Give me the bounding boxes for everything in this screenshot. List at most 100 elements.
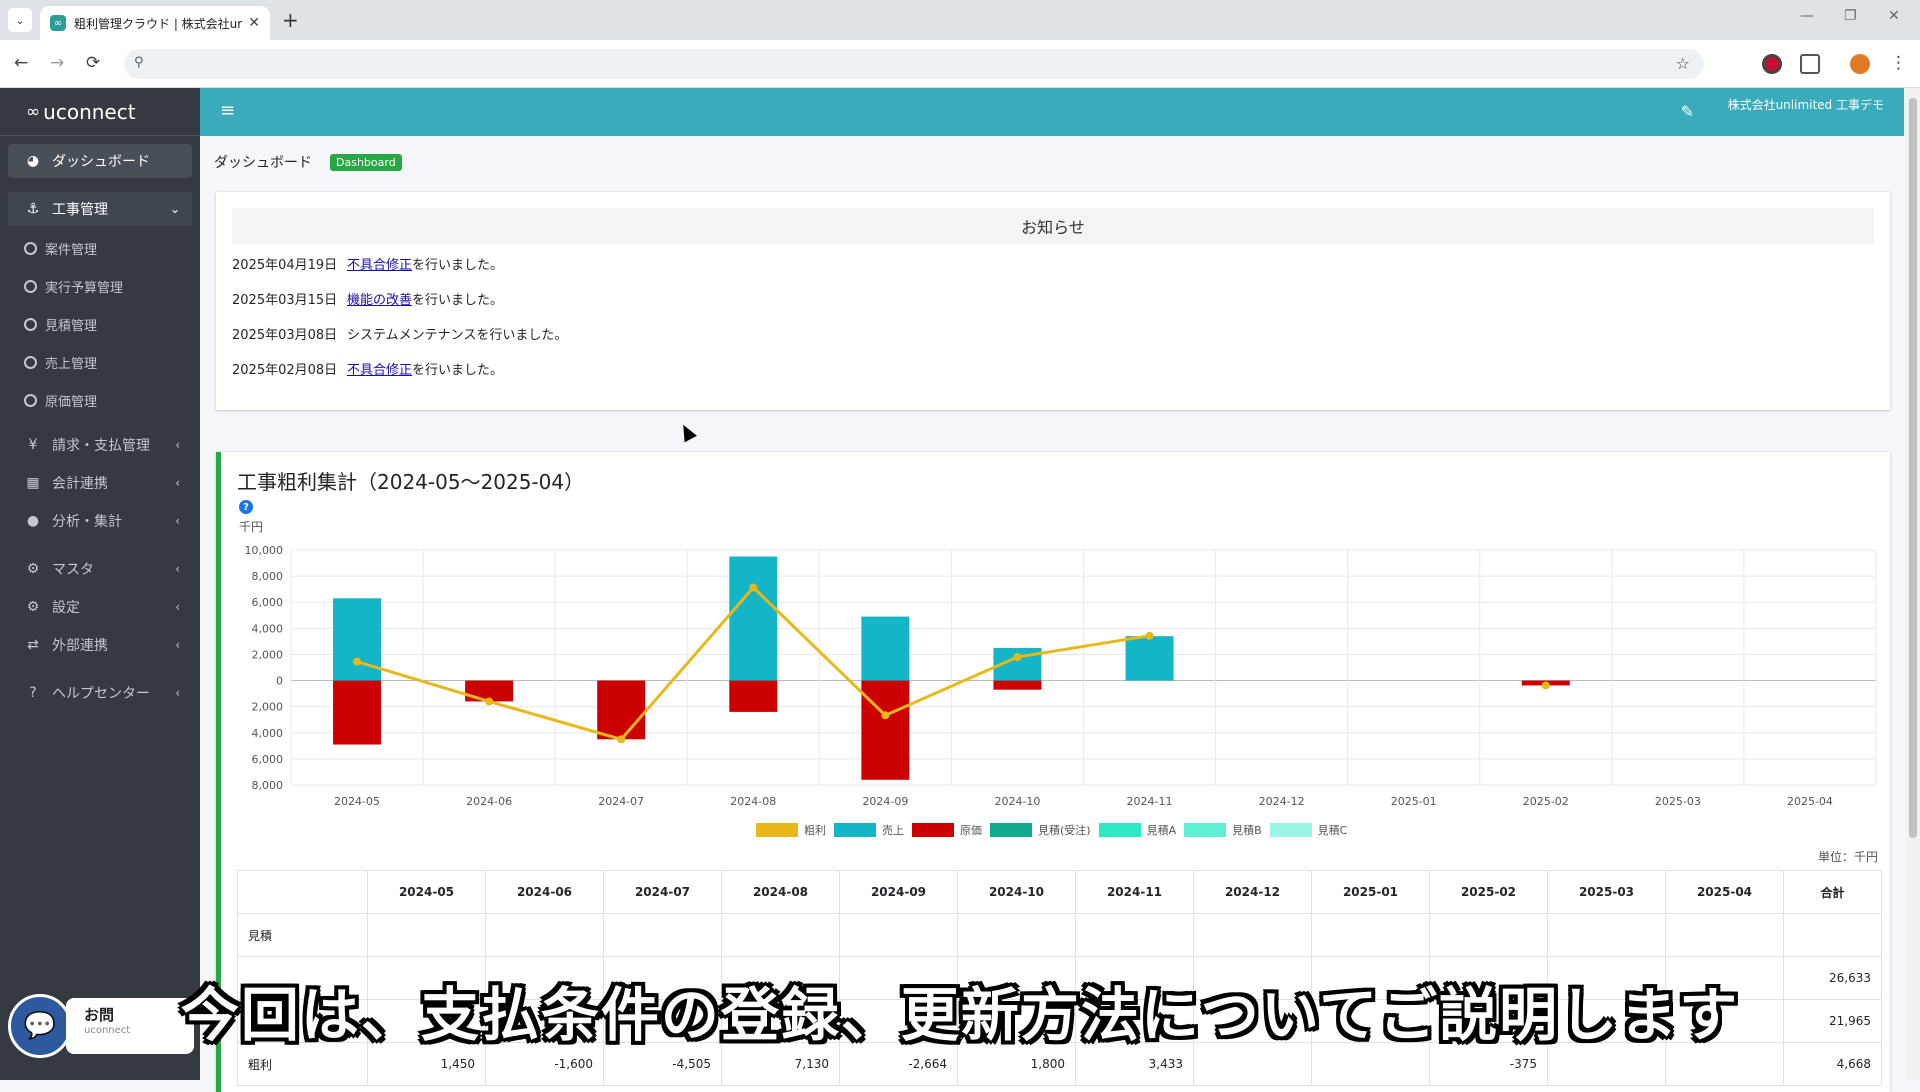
sidebar-item-billing[interactable]: ¥ 請求・支払管理 ‹	[8, 428, 192, 462]
point-粗利	[881, 711, 890, 720]
reload-button[interactable]: ⟳	[86, 53, 100, 73]
circle-icon	[24, 393, 37, 407]
table-cell	[1311, 913, 1430, 957]
column-header: 2024-06	[485, 870, 604, 914]
subitem-label: 原価管理	[45, 394, 98, 410]
legend-swatch	[1184, 823, 1227, 837]
minimize-icon[interactable]: —	[1800, 8, 1814, 24]
notice-row: 2025年03月15日 機能の改善を行いました。	[232, 289, 503, 308]
legend-item[interactable]: 粗利	[756, 822, 826, 838]
column-header: 2025-01	[1311, 870, 1430, 914]
chevron-left-icon: ‹	[175, 638, 180, 652]
sidebar-item-analysis[interactable]: ● 分析・集計 ‹	[8, 504, 192, 538]
bar-売上	[1125, 636, 1174, 681]
legend-label: 見積A	[1146, 824, 1177, 837]
bookmark-star-icon[interactable]: ☆	[1676, 54, 1690, 73]
table-cell	[1665, 913, 1784, 957]
url-field[interactable]: ⚲ ☆	[124, 49, 1704, 79]
legend-item[interactable]: 見積B	[1184, 822, 1262, 838]
subitem-label: 案件管理	[45, 242, 98, 258]
sidebar-item-label: マスタ	[52, 562, 94, 578]
y-tick-label: 10,000	[245, 544, 284, 557]
bar-原価	[597, 680, 646, 740]
browser-tab[interactable]: ∞ 粗利管理クラウド | 株式会社unlim ✕	[40, 6, 270, 40]
site-info-icon[interactable]: ⚲	[134, 55, 144, 70]
subitem-label: 売上管理	[45, 356, 98, 372]
column-header: 2024-07	[603, 870, 722, 914]
table-unit-label: 単位：千円	[1817, 850, 1878, 864]
back-button[interactable]: ←	[14, 53, 28, 73]
column-header: 2024-08	[721, 870, 840, 914]
new-tab-button[interactable]: +	[282, 8, 299, 32]
gear-icon: ⚙	[26, 561, 40, 577]
sidebar-item-label: 設定	[52, 600, 80, 616]
legend-item[interactable]: 見積A	[1098, 822, 1177, 838]
notice-text: を行いました。	[412, 293, 504, 308]
column-header: 2024-11	[1075, 870, 1194, 914]
table-cell	[1547, 913, 1666, 957]
extension-icon[interactable]	[1762, 54, 1782, 74]
legend-swatch	[990, 823, 1032, 837]
sidebar-item-master[interactable]: ⚙ マスタ ‹	[8, 552, 192, 586]
browser-menu-icon[interactable]: ⋮	[1890, 53, 1907, 73]
address-bar-row: ← → ⟳ ⚲ ☆ ⋮	[0, 40, 1920, 88]
company-name[interactable]: 株式会社unlimited 工事デモ	[1728, 96, 1884, 113]
legend-swatch	[1098, 823, 1141, 837]
y-tick-label: 2,000	[252, 648, 284, 661]
tachometer-icon: ◕	[26, 153, 40, 169]
chevron-down-icon: ⌄	[169, 202, 180, 216]
sidebar-subitem-estimates[interactable]: 見積管理	[24, 309, 97, 339]
notice-row: 2025年02月08日 不具合修正を行いました。	[232, 359, 503, 378]
legend-swatch	[834, 823, 876, 837]
profile-avatar[interactable]	[1850, 54, 1870, 74]
bar-売上	[861, 616, 910, 681]
y-tick-label: 4,000	[252, 727, 284, 740]
chevron-left-icon: ‹	[175, 600, 180, 614]
close-window-icon[interactable]: ✕	[1888, 8, 1900, 24]
hamburger-menu-icon[interactable]: ≡	[220, 100, 235, 121]
sidebar-subitem-projects[interactable]: 案件管理	[24, 233, 97, 263]
legend-swatch	[912, 823, 954, 837]
column-header: 2024-09	[839, 870, 958, 914]
page-scrollbar[interactable]	[1906, 88, 1920, 1080]
legend-item[interactable]: 原価	[912, 822, 982, 838]
sidebar-subitem-budget[interactable]: 実行予算管理	[24, 271, 123, 301]
yen-icon: ¥	[28, 437, 38, 453]
brand-logo[interactable]: ∞ uconnect	[0, 88, 200, 136]
chevron-left-icon: ‹	[175, 562, 180, 576]
bar-原価	[861, 680, 910, 780]
notice-link[interactable]: 不具合修正	[347, 363, 412, 378]
sidebar-subitem-costs[interactable]: 原価管理	[24, 385, 97, 415]
x-tick-label: 2025-03	[1655, 795, 1701, 808]
extensions-puzzle-icon[interactable]	[1800, 54, 1820, 74]
close-tab-icon[interactable]: ✕	[248, 15, 260, 31]
legend-item[interactable]: 見積(受注)	[990, 822, 1091, 838]
legend-swatch	[756, 823, 798, 837]
sidebar-item-label: 外部連携	[52, 638, 108, 654]
sidebar-item-dashboard[interactable]: ◕ ダッシュボード	[8, 144, 192, 178]
sidebar-item-accounting[interactable]: ▦ 会計連携 ‹	[8, 466, 192, 500]
scrollbar-thumb[interactable]	[1909, 98, 1917, 838]
sidebar-item-integration[interactable]: ⇄ 外部連携 ‹	[8, 628, 192, 662]
table-cell	[1429, 913, 1548, 957]
column-header: 2025-02	[1429, 870, 1548, 914]
restore-icon[interactable]: ❐	[1844, 8, 1857, 24]
sidebar-item-help[interactable]: ? ヘルプセンター ‹	[8, 676, 192, 710]
y-tick-label: 2,000	[252, 701, 284, 714]
sidebar-item-label: ヘルプセンター	[52, 686, 150, 702]
tab-search-button[interactable]: ⌄	[8, 8, 32, 32]
notice-link[interactable]: 機能の改善	[347, 293, 412, 308]
legend-item[interactable]: 見積C	[1269, 822, 1347, 838]
edit-icon[interactable]: ✎	[1681, 102, 1694, 121]
x-tick-label: 2025-02	[1523, 795, 1569, 808]
forward-button[interactable]: →	[50, 53, 64, 73]
circle-icon	[24, 355, 37, 369]
notice-date: 2025年04月19日	[232, 258, 338, 273]
x-tick-label: 2024-10	[994, 795, 1040, 808]
sidebar-item-construction[interactable]: ⚓ 工事管理 ⌄	[8, 192, 192, 226]
legend-item[interactable]: 売上	[834, 822, 904, 838]
sidebar-subitem-sales[interactable]: 売上管理	[24, 347, 97, 377]
notice-link[interactable]: 不具合修正	[347, 258, 412, 273]
sidebar-item-settings[interactable]: ⚙ 設定 ‹	[8, 590, 192, 624]
column-header: 2024-10	[957, 870, 1076, 914]
